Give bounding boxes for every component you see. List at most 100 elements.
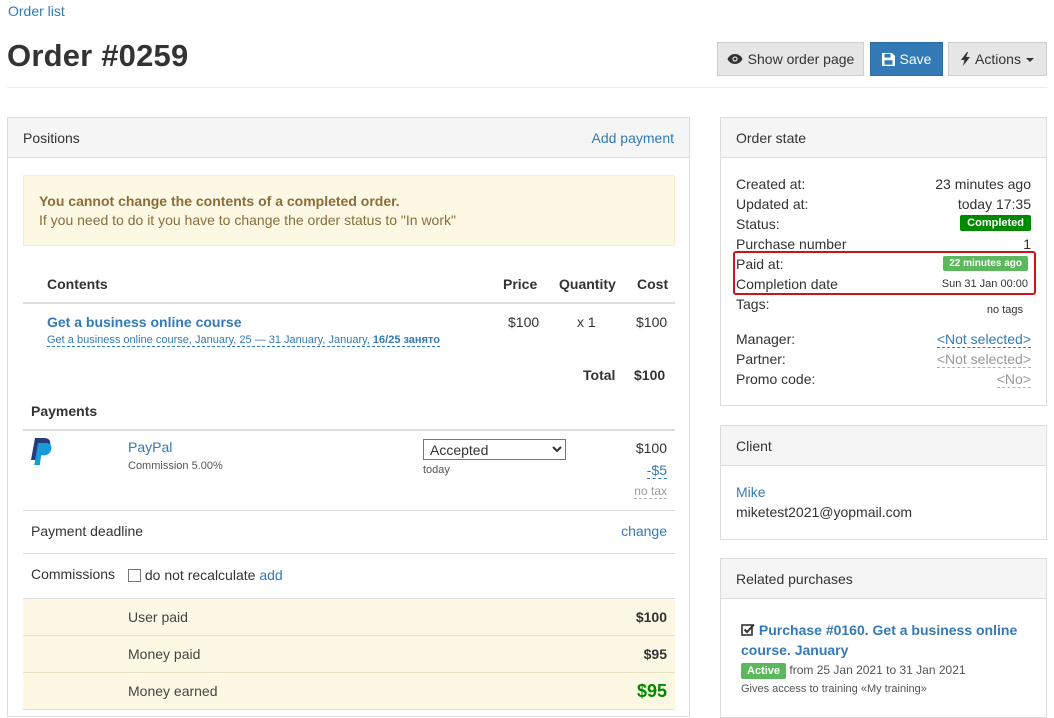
save-button[interactable]: Save bbox=[870, 42, 943, 76]
actions-dropdown-button[interactable]: Actions bbox=[948, 42, 1047, 76]
completion-date-label: Completion date bbox=[736, 276, 838, 292]
actions-label: Actions bbox=[975, 51, 1021, 67]
item-cost: $100 bbox=[636, 314, 668, 330]
summary-row-money-paid: Money paid $95 bbox=[23, 636, 675, 673]
client-title: Client bbox=[736, 437, 772, 454]
promo-code-link[interactable]: <No> bbox=[996, 371, 1031, 388]
payment-deadline-change-link[interactable]: change bbox=[621, 523, 667, 539]
order-state-title: Order state bbox=[736, 129, 807, 146]
item-quantity: x 1 bbox=[577, 314, 596, 330]
completion-date-row: Completion date Sun 31 Jan 00:00 bbox=[736, 276, 1031, 296]
summary-value: $95 bbox=[636, 681, 667, 701]
related-purchases-header: Related purchases bbox=[721, 559, 1046, 599]
total-value: $100 bbox=[634, 367, 666, 383]
price-header: Price bbox=[503, 276, 538, 292]
updated-at-row: Updated at: today 17:35 bbox=[736, 196, 1031, 216]
warning-text: If you need to do it you have to change … bbox=[39, 212, 456, 228]
positions-panel-header: Positions Add payment bbox=[8, 118, 689, 158]
paid-at-label: Paid at: bbox=[736, 256, 784, 272]
purchase-number-value: 1 bbox=[1023, 236, 1031, 252]
payment-fee-link[interactable]: -$5 bbox=[646, 462, 667, 479]
show-order-page-button[interactable]: Show order page bbox=[717, 42, 864, 76]
related-access-text: Gives access to training «My training» bbox=[741, 683, 927, 695]
tags-label: Tags: bbox=[736, 296, 770, 312]
manager-label: Manager: bbox=[736, 331, 796, 347]
summary-row-money-earned: Money earned $95 bbox=[23, 673, 675, 710]
chevron-down-icon bbox=[1025, 58, 1034, 62]
created-at-label: Created at: bbox=[736, 176, 806, 192]
tags-value: no tags bbox=[986, 304, 1023, 316]
completion-date-value: Sun 31 Jan 00:00 bbox=[941, 278, 1028, 290]
status-row: Status: Completed bbox=[736, 215, 1031, 236]
cost-header: Cost bbox=[637, 276, 669, 292]
commissions-row: Commissions do not recalculate add bbox=[23, 554, 675, 599]
add-commission-link[interactable]: add bbox=[259, 567, 282, 583]
total-label: Total bbox=[583, 367, 616, 383]
status-badge: Completed bbox=[960, 215, 1031, 231]
tags-row: Tags: no tags bbox=[736, 296, 1031, 316]
client-email: miketest2021@yopmail.com bbox=[736, 504, 913, 520]
payment-tax-link[interactable]: no tax bbox=[634, 484, 667, 499]
summary-value: $95 bbox=[643, 646, 667, 662]
purchase-number-label: Purchase number bbox=[736, 236, 847, 252]
partner-select-link[interactable]: <Not selected> bbox=[936, 351, 1031, 368]
status-label: Status: bbox=[736, 216, 780, 232]
payment-deadline-row: Payment deadline change bbox=[23, 511, 675, 554]
from-word: from bbox=[789, 663, 814, 677]
item-price: $100 bbox=[508, 314, 540, 330]
summary-row-user-paid: User paid $100 bbox=[23, 599, 675, 636]
do-not-recalculate-label: do not recalculate bbox=[144, 567, 256, 583]
positions-panel: Positions Add payment You cannot change … bbox=[7, 117, 690, 717]
to-word: to bbox=[886, 663, 897, 677]
total-row: Total $100 bbox=[23, 356, 675, 396]
breadcrumb-order-list[interactable]: Order list bbox=[8, 3, 65, 19]
do-not-recalculate-checkbox[interactable] bbox=[128, 569, 141, 582]
partner-label: Partner: bbox=[736, 351, 786, 367]
contents-header: Contents bbox=[47, 276, 108, 292]
created-at-value: 23 minutes ago bbox=[935, 176, 1031, 192]
item-sub-link[interactable]: Get a business online course, January, 2… bbox=[47, 334, 440, 347]
date-to: 31 Jan 2021 bbox=[899, 663, 966, 677]
summary-label: User paid bbox=[128, 609, 188, 625]
date-from: 25 Jan 2021 bbox=[816, 663, 883, 677]
commissions-label: Commissions bbox=[31, 566, 116, 582]
payment-row: PayPal Commission 5.00% Accepted today $… bbox=[23, 431, 675, 511]
paypal-logo-icon bbox=[31, 438, 52, 465]
add-payment-link[interactable]: Add payment bbox=[592, 130, 675, 146]
bolt-icon bbox=[961, 52, 971, 66]
payments-title: Payments bbox=[31, 403, 98, 419]
client-panel: Client Mike miketest2021@yopmail.com bbox=[720, 425, 1047, 540]
partner-row: Partner: <Not selected> bbox=[736, 351, 1031, 371]
item-name-link[interactable]: Get a business online course bbox=[47, 314, 242, 330]
contents-table-header: Contents Price Quantity Cost bbox=[23, 266, 675, 304]
updated-at-value: today 17:35 bbox=[957, 196, 1031, 212]
save-label: Save bbox=[899, 51, 932, 67]
floppy-disk-icon bbox=[881, 52, 895, 66]
promo-code-row: Promo code: <No> bbox=[736, 371, 1031, 391]
header-divider bbox=[7, 87, 1047, 88]
eye-icon bbox=[727, 54, 743, 64]
payment-status-select[interactable]: Accepted bbox=[423, 439, 566, 460]
order-state-header: Order state bbox=[721, 118, 1046, 158]
summary-value: $100 bbox=[635, 609, 667, 625]
related-purchase-link[interactable]: Purchase #0160. Get a business online co… bbox=[741, 622, 1017, 658]
manager-row: Manager: <Not selected> bbox=[736, 331, 1031, 351]
order-state-panel: Order state Created at: 23 minutes ago U… bbox=[720, 117, 1047, 406]
client-name-link[interactable]: Mike bbox=[736, 484, 766, 500]
promo-code-label: Promo code: bbox=[736, 371, 816, 387]
updated-at-label: Updated at: bbox=[736, 196, 809, 212]
payment-deadline-label: Payment deadline bbox=[31, 523, 144, 539]
payment-commission: Commission 5.00% bbox=[128, 460, 223, 472]
related-purchase-item: Purchase #0160. Get a business online co… bbox=[741, 620, 1026, 660]
active-badge: Active bbox=[741, 663, 787, 679]
payment-amount: $100 bbox=[635, 440, 667, 456]
payment-method-link[interactable]: PayPal bbox=[128, 439, 172, 455]
quantity-header: Quantity bbox=[559, 276, 616, 292]
page-title: Order #0259 bbox=[7, 38, 189, 73]
manager-select-link[interactable]: <Not selected> bbox=[936, 331, 1031, 348]
item-sub-text: Get a business online course, January, 2… bbox=[47, 334, 373, 346]
warning-title: You cannot change the contents of a comp… bbox=[39, 193, 400, 209]
related-purchases-panel: Related purchases Purchase #0160. Get a … bbox=[720, 558, 1047, 718]
summary-label: Money paid bbox=[128, 646, 201, 662]
completed-order-warning: You cannot change the contents of a comp… bbox=[23, 175, 675, 246]
